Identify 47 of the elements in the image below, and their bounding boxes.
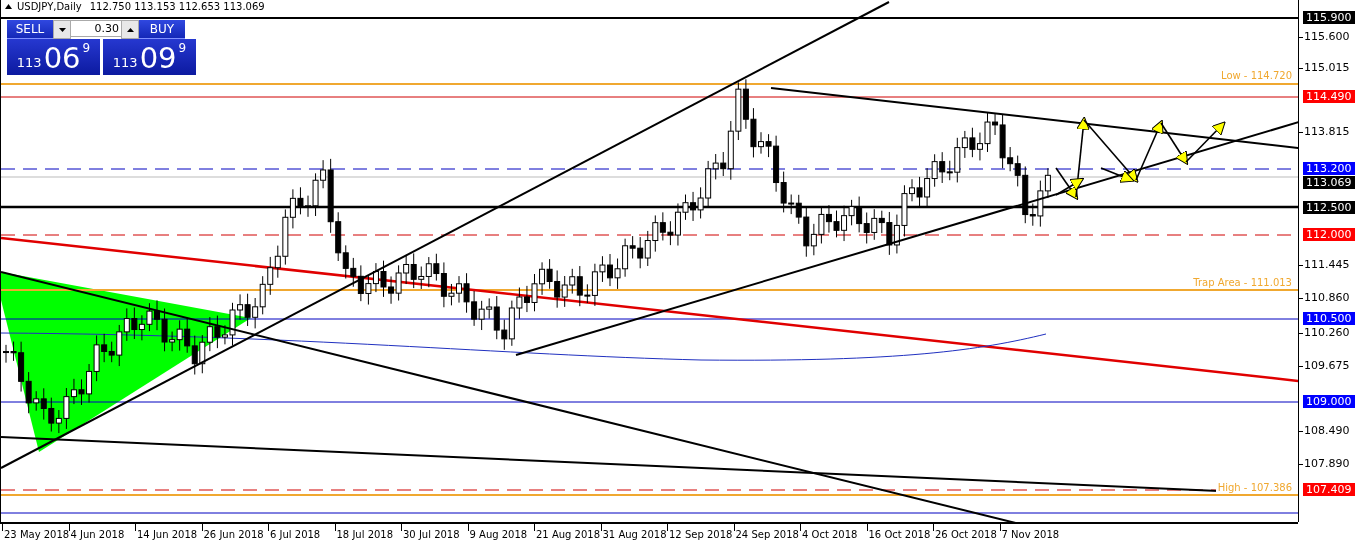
date-label: 31 Aug 2018	[602, 529, 667, 540]
price-tick-label: 115.015	[1304, 61, 1350, 74]
caret-icon	[126, 27, 134, 32]
price-tick-label: 115.600	[1304, 30, 1350, 43]
price-marker: 107.409	[1303, 483, 1355, 496]
chart-symbol: USDJPY,Daily	[17, 1, 82, 12]
lot-increase-button[interactable]	[121, 20, 139, 39]
date-label: 7 Nov 2018	[1001, 529, 1060, 540]
price-marker: 113.069	[1303, 176, 1355, 189]
price-marker: 109.000	[1303, 395, 1355, 408]
price-marker: 112.000	[1303, 228, 1355, 241]
price-marker: 110.500	[1303, 312, 1355, 325]
lot-size-field[interactable]: 0.30	[71, 20, 121, 37]
date-label: 4 Jun 2018	[70, 529, 125, 540]
price-tick-label: 113.815	[1304, 125, 1350, 138]
price-marker: 113.200	[1303, 162, 1355, 175]
price-tick-label: 109.675	[1304, 359, 1350, 372]
level-label: Low - 114.720	[1219, 70, 1294, 81]
price-tick-label: 111.445	[1304, 258, 1350, 271]
date-label: 23 May 2018	[4, 529, 70, 540]
date-label: 26 Jun 2018	[203, 529, 264, 540]
date-label: 21 Aug 2018	[536, 529, 601, 540]
price-marker: 112.500	[1303, 201, 1355, 214]
price-tick-label: 110.260	[1304, 326, 1350, 339]
date-label: 9 Aug 2018	[469, 529, 528, 540]
price-tick-label: 108.490	[1304, 424, 1350, 437]
level-label: Trap Area - 111.013	[1191, 277, 1294, 288]
lot-decrease-button[interactable]	[53, 20, 71, 39]
price-tick-label: 110.860	[1304, 291, 1350, 304]
price-marker: 115.900	[1303, 11, 1355, 24]
sell-button[interactable]: SELL	[7, 20, 53, 39]
level-label: High - 107.386	[1215, 482, 1294, 493]
date-label: 4 Oct 2018	[802, 529, 858, 540]
date-label: 12 Sep 2018	[669, 529, 733, 540]
date-label: 26 Oct 2018	[935, 529, 997, 540]
date-label: 24 Sep 2018	[735, 529, 799, 540]
price-tick-label: 107.890	[1304, 457, 1350, 470]
date-label: 30 Jul 2018	[403, 529, 460, 540]
caret-icon	[58, 27, 66, 32]
date-label: 18 Jul 2018	[336, 529, 394, 540]
buy-button[interactable]: BUY	[139, 20, 185, 39]
ohlc-values: 112.750 113.153 112.653 113.069	[89, 1, 265, 12]
date-label: 14 Jun 2018	[137, 529, 198, 540]
date-label: 16 Oct 2018	[868, 529, 931, 540]
collapse-caret-icon[interactable]	[5, 4, 12, 9]
price-marker: 114.490	[1303, 90, 1355, 103]
date-label: 6 Jul 2018	[270, 529, 321, 540]
